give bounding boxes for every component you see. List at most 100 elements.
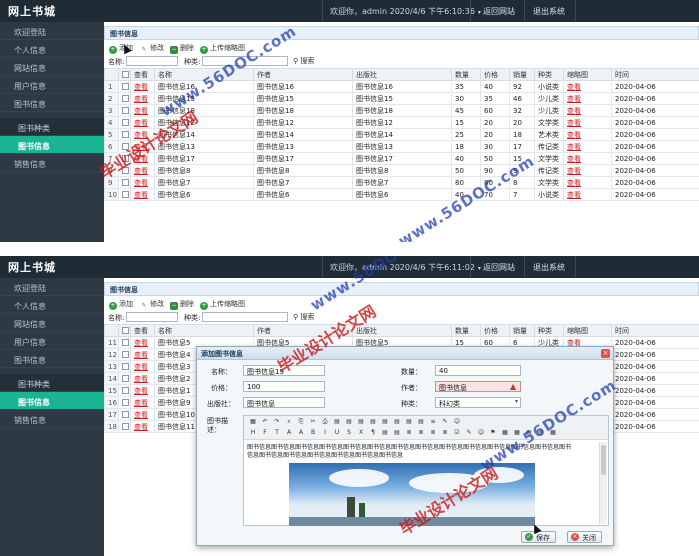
row-checkbox[interactable]	[118, 92, 131, 105]
delete-button[interactable]: − 删除	[170, 299, 194, 310]
header-time[interactable]: 时间	[611, 68, 699, 81]
editor-tool-icon[interactable]: ⌕	[284, 418, 294, 427]
checkbox-icon[interactable]	[122, 166, 129, 174]
checkbox-icon[interactable]	[122, 386, 129, 394]
editor-tool-icon[interactable]: T	[272, 429, 282, 438]
table-row[interactable]: 8 查看 图书信息8 图书信息8 图书信息8 50 90 9 传记类 查看 2020-04-06	[104, 164, 699, 177]
header-quantity[interactable]: 数量	[451, 324, 481, 337]
row-checkbox[interactable]	[118, 360, 131, 373]
view-link[interactable]: 查看	[130, 348, 155, 361]
thumbnail-link[interactable]: 查看	[563, 116, 612, 129]
save-button[interactable]: ✓ 保存	[521, 531, 556, 543]
view-link[interactable]: 查看	[130, 92, 155, 105]
editor-tool-icon[interactable]: ▤	[332, 418, 342, 427]
header-price[interactable]: 价格	[480, 324, 510, 337]
header-name[interactable]: 名称	[154, 68, 254, 81]
editor-tool-icon[interactable]: ↷	[272, 418, 282, 427]
checkbox-icon[interactable]	[122, 178, 129, 186]
checkbox-icon[interactable]	[122, 118, 129, 126]
header-type[interactable]: 种类	[534, 324, 564, 337]
publisher-field[interactable]: 图书信息	[243, 397, 325, 408]
editor-tool-icon[interactable]: S	[344, 429, 354, 438]
view-link[interactable]: 查看	[130, 164, 155, 177]
delete-button[interactable]: − 删除	[170, 43, 194, 54]
editor-tool-icon[interactable]: B	[308, 429, 318, 438]
editor-tool-icon[interactable]: ≡	[428, 418, 438, 427]
logout-link[interactable]: 退出系统	[533, 6, 565, 17]
sidebar-item-sales[interactable]: 销售信息	[0, 154, 104, 172]
checkbox-icon[interactable]	[122, 70, 129, 78]
checkbox-icon[interactable]	[122, 142, 129, 150]
edit-button[interactable]: ✎ 修改	[140, 43, 164, 54]
name-search-input[interactable]	[126, 56, 178, 66]
editor-tool-icon[interactable]: ☺	[452, 418, 462, 427]
author-field[interactable]: 图书信息 ▲	[435, 381, 521, 392]
upload-thumbnail-button[interactable]: + 上传缩略图	[200, 299, 245, 310]
editor-tool-icon[interactable]: ☑	[452, 429, 462, 438]
checkbox-icon[interactable]	[122, 410, 129, 418]
checkbox-icon[interactable]	[122, 362, 129, 370]
table-row[interactable]: 6 查看 图书信息13 图书信息13 图书信息13 18 30 17 传记类 查看 2020-04-…	[104, 140, 699, 153]
editor-tool-icon[interactable]: ↶	[260, 418, 270, 427]
sidebar-item-books[interactable]: 图书信息	[0, 350, 104, 368]
thumbnail-link[interactable]: 查看	[563, 104, 612, 117]
header-name[interactable]: 名称	[154, 324, 254, 337]
sidebar-item-site[interactable]: 网站信息	[0, 58, 104, 76]
sidebar-item-users[interactable]: 用户信息	[0, 332, 104, 350]
view-link[interactable]: 查看	[130, 396, 155, 409]
editor-tool-icon[interactable]: X	[356, 429, 366, 438]
editor-content[interactable]: 图书信息图书信息图书信息图书信息图书信息图书信息图书信息图书信息图书信息图书信息…	[247, 444, 575, 460]
header-type[interactable]: 种类	[534, 68, 564, 81]
editor-tool-icon[interactable]: H	[248, 429, 258, 438]
row-checkbox[interactable]	[118, 408, 131, 421]
header-sales[interactable]: 销量	[509, 324, 535, 337]
sidebar-item-book-types[interactable]: 图书种类	[0, 118, 104, 136]
editor-tool-icon[interactable]: ≣	[428, 429, 438, 438]
thumbnail-link[interactable]: 查看	[563, 140, 612, 153]
header-quantity[interactable]: 数量	[451, 68, 481, 81]
name-search-input[interactable]	[126, 312, 178, 322]
view-link[interactable]: 查看	[130, 152, 155, 165]
editor-scrollbar[interactable]	[599, 442, 607, 524]
edit-button[interactable]: ✎ 修改	[140, 299, 164, 310]
sidebar-item-book-info[interactable]: 图书信息	[0, 136, 104, 154]
editor-tool-icon[interactable]: ▤	[380, 418, 390, 427]
header-publisher[interactable]: 出版社	[352, 68, 452, 81]
header-publisher[interactable]: 出版社	[352, 324, 452, 337]
editor-tool-icon[interactable]: A	[296, 429, 306, 438]
close-button[interactable]: × 关闭	[567, 531, 602, 543]
checkbox-icon[interactable]	[122, 190, 129, 198]
row-checkbox[interactable]	[118, 188, 131, 201]
editor-tool-icon[interactable]: ✂	[308, 418, 318, 427]
table-row[interactable]: 4 查看 图书信息12 图书信息12 图书信息12 15 20 20 文学类 查看 2020-04-…	[104, 116, 699, 129]
logout-link[interactable]: 退出系统	[533, 262, 565, 273]
view-link[interactable]: 查看	[130, 188, 155, 201]
row-checkbox[interactable]	[118, 164, 131, 177]
view-link[interactable]: 查看	[130, 140, 155, 153]
sidebar-item-profile[interactable]: 个人信息	[0, 40, 104, 58]
thumbnail-link[interactable]: 查看	[563, 164, 612, 177]
welcome-text[interactable]: 欢迎你，admin 2020/4/6 下午6:11:02 ▾	[330, 262, 481, 273]
row-checkbox[interactable]	[118, 336, 131, 349]
welcome-text[interactable]: 欢迎你，admin 2020/4/6 下午6:10:36 ▾	[330, 6, 481, 17]
sidebar-item-book-info[interactable]: 图书信息	[0, 392, 104, 410]
row-checkbox[interactable]	[118, 128, 131, 141]
header-price[interactable]: 价格	[480, 68, 510, 81]
type-search-input[interactable]	[202, 312, 288, 322]
row-checkbox[interactable]	[118, 396, 131, 409]
row-checkbox[interactable]	[118, 140, 131, 153]
view-link[interactable]: 查看	[130, 176, 155, 189]
table-row[interactable]: 2 查看 图书信息15 图书信息15 图书信息15 30 35 46 少儿类 查看 2020-04-…	[104, 92, 699, 105]
sidebar-item-welcome[interactable]: 欢迎登陆	[0, 278, 104, 296]
view-link[interactable]: 查看	[130, 384, 155, 397]
header-sales[interactable]: 销量	[509, 68, 535, 81]
editor-tool-icon[interactable]: ▤	[356, 418, 366, 427]
checkbox-icon[interactable]	[122, 398, 129, 406]
row-checkbox[interactable]	[118, 384, 131, 397]
checkbox-icon[interactable]	[122, 154, 129, 162]
back-to-site-link[interactable]: 返回网站	[483, 262, 515, 273]
thumbnail-link[interactable]: 查看	[563, 128, 612, 141]
editor-tool-icon[interactable]: ≣	[404, 429, 414, 438]
view-link[interactable]: 查看	[130, 116, 155, 129]
checkbox-icon[interactable]	[122, 82, 129, 90]
